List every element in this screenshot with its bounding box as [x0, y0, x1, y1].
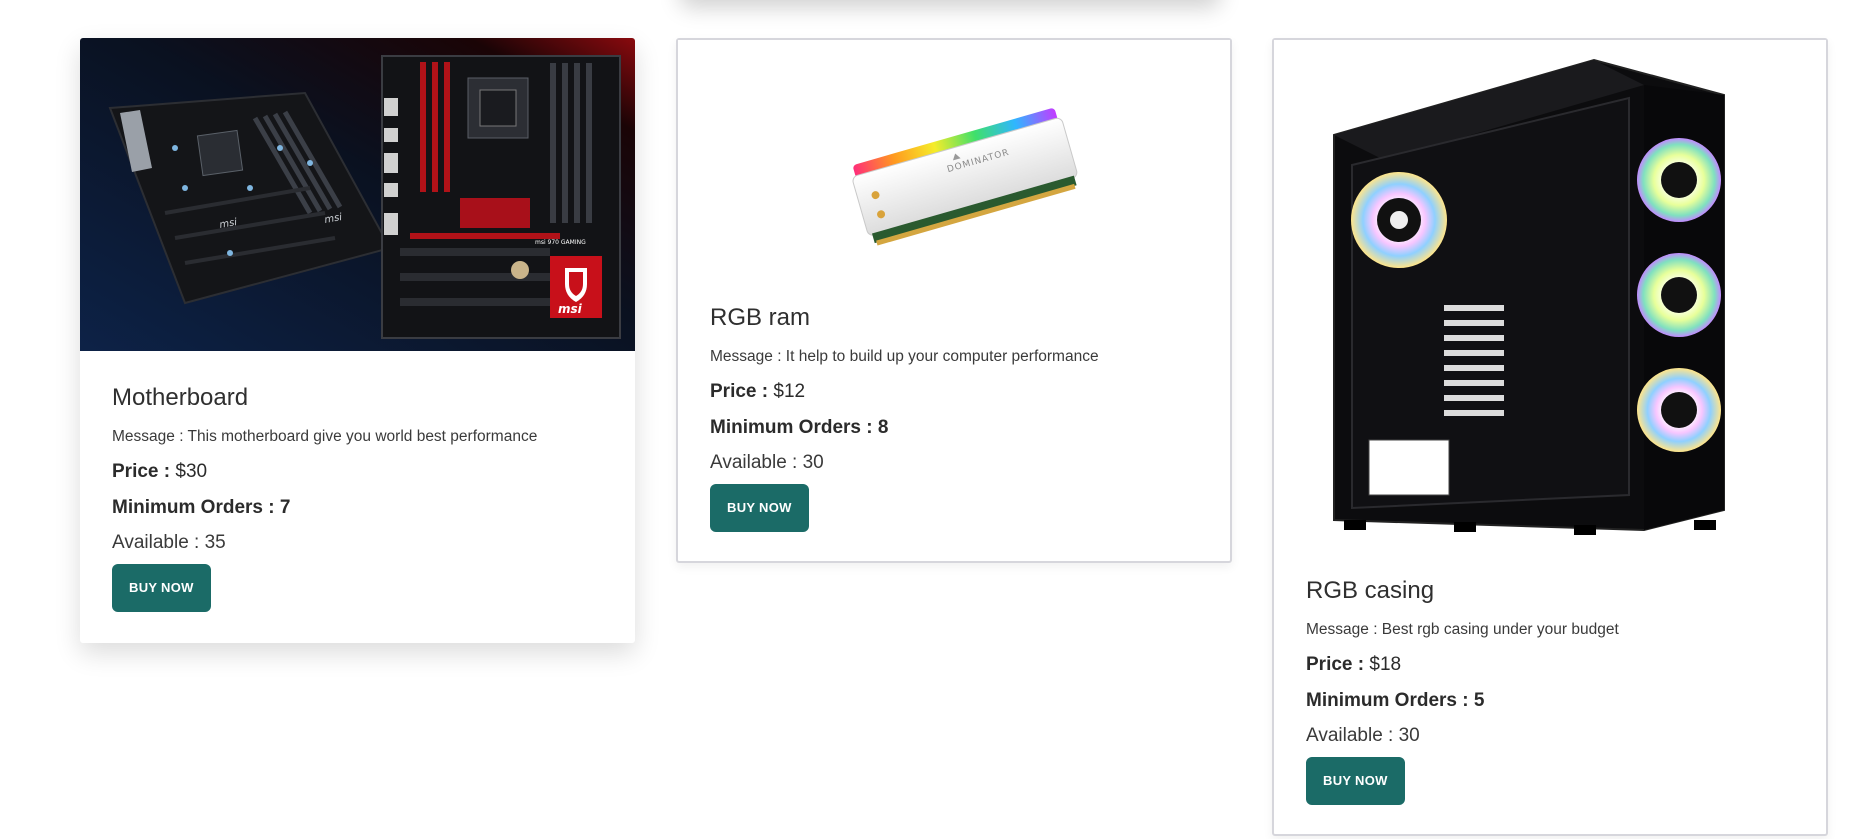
product-card-rgb-ram: DOMINATOR RGB ram Message : It help to b… [676, 38, 1232, 563]
product-available: Available : 35 [112, 532, 226, 553]
price-value: $30 [175, 461, 208, 482]
product-title: RGB ram [710, 304, 811, 331]
product-minimum-orders: Minimum Orders : 7 [112, 497, 291, 518]
product-card-rgb-casing: RGB casing Message : Best rgb casing und… [1272, 38, 1828, 836]
product-card-body: Motherboard Message : This motherboard g… [112, 383, 615, 612]
product-title: Motherboard [112, 384, 249, 411]
product-available: Available : 30 [710, 452, 824, 473]
svg-text:msi: msi [558, 302, 583, 316]
buy-now-button[interactable]: BUY NOW [710, 484, 809, 532]
product-card-body: RGB casing Message : Best rgb casing und… [1306, 576, 1806, 805]
product-grid: msi msi msi msi 970 GAMING Motherboard M… [0, 0, 1858, 839]
product-card-body: RGB ram Message : It help to build up yo… [710, 303, 1210, 532]
buy-now-button[interactable]: BUY NOW [1306, 757, 1405, 805]
ram-image: DOMINATOR [678, 40, 1230, 270]
price-value: $18 [1369, 654, 1402, 675]
buy-now-button[interactable]: BUY NOW [112, 564, 211, 612]
product-price: Price : $30 [112, 459, 615, 485]
price-label: Price : [710, 381, 769, 402]
price-label: Price : [1306, 654, 1365, 675]
price-label: Price : [112, 461, 171, 482]
product-message: Message : It help to build up your compu… [710, 348, 1099, 365]
product-title: RGB casing [1306, 577, 1435, 604]
product-message: Message : Best rgb casing under your bud… [1306, 621, 1619, 638]
product-message: Message : This motherboard give you worl… [112, 428, 538, 445]
product-available: Available : 30 [1306, 725, 1420, 746]
product-minimum-orders: Minimum Orders : 5 [1306, 690, 1485, 711]
pc-case-image [1274, 40, 1826, 550]
motherboard-image: msi msi msi msi 970 GAMING [80, 38, 635, 351]
svg-text:msi 970 GAMING: msi 970 GAMING [535, 239, 586, 246]
price-value: $12 [773, 381, 806, 402]
product-price: Price : $18 [1306, 652, 1806, 678]
product-price: Price : $12 [710, 379, 1210, 405]
product-card-motherboard: msi msi msi msi 970 GAMING Motherboard M… [80, 38, 635, 643]
product-minimum-orders: Minimum Orders : 8 [710, 417, 889, 438]
